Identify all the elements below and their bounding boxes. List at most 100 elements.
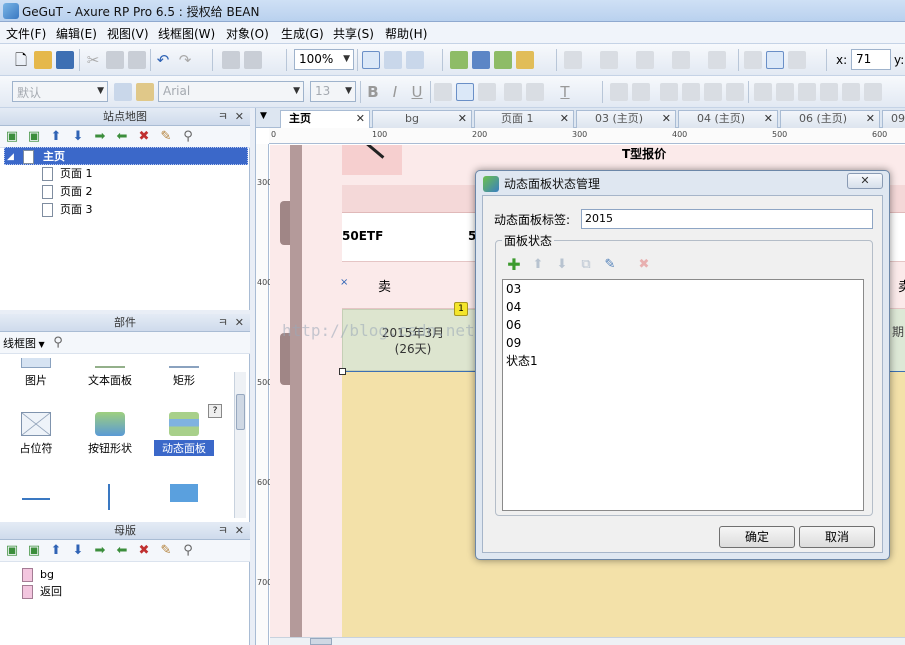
search-icon[interactable]: ⚲: [50, 335, 66, 351]
menu-share[interactable]: 共享(S): [333, 25, 374, 42]
line-width-icon[interactable]: [636, 51, 654, 69]
widget-rectangle[interactable]: 矩形: [154, 358, 214, 388]
search-icon[interactable]: ⚲: [180, 543, 196, 559]
list-item[interactable]: 04: [503, 298, 863, 316]
align-top-icon[interactable]: [744, 51, 762, 69]
move-up-icon[interactable]: ⬆: [48, 543, 64, 559]
master-item-back[interactable]: 返回: [22, 583, 142, 601]
align-middle-icon[interactable]: [766, 51, 784, 69]
bring-front-icon[interactable]: [660, 83, 678, 101]
flow-connector-icon[interactable]: [406, 51, 424, 69]
align-objects-top-icon[interactable]: [820, 83, 838, 101]
master-usage-icon[interactable]: ✎: [158, 543, 174, 559]
align-objects-middle-icon[interactable]: [842, 83, 860, 101]
sitemap-page-3[interactable]: 页面 3: [42, 201, 162, 219]
indent-icon[interactable]: ➡: [92, 543, 108, 559]
widget-button-shape[interactable]: 按钮形状: [80, 412, 140, 456]
distribute-icon[interactable]: [864, 83, 882, 101]
redo-icon[interactable]: ↷: [176, 51, 194, 69]
close-icon[interactable]: ✕: [356, 111, 365, 127]
menu-view[interactable]: 视图(V): [107, 25, 149, 42]
widget-image[interactable]: 图片: [6, 358, 66, 388]
save-icon[interactable]: [56, 51, 74, 69]
style-select[interactable]: 默认 ▼: [12, 81, 108, 102]
group-icon[interactable]: [610, 83, 628, 101]
tab-06-home[interactable]: 06 (主页) ✕: [780, 110, 880, 128]
list-item[interactable]: 06: [503, 316, 863, 334]
zoom-select[interactable]: 100% ▼: [294, 49, 354, 70]
dialog-close-button[interactable]: ✕: [847, 173, 883, 189]
move-down-icon[interactable]: ⬇: [70, 129, 86, 145]
list-item[interactable]: 09: [503, 334, 863, 352]
widgets-scrollbar[interactable]: [234, 372, 246, 518]
text-color-icon[interactable]: T: [556, 83, 574, 101]
move-down-icon[interactable]: ⬇: [70, 543, 86, 559]
pin-icon[interactable]: ㅋ: [218, 522, 228, 540]
vertical-line-icon[interactable]: [108, 484, 110, 510]
delete-state-icon[interactable]: ✖: [636, 257, 652, 273]
indent-icon[interactable]: ➡: [92, 129, 108, 145]
send-back-icon[interactable]: [726, 83, 744, 101]
widget-library-select[interactable]: 线框图 ▼: [3, 335, 45, 351]
close-icon[interactable]: ✕: [458, 111, 467, 127]
duplicate-state-icon[interactable]: ⧉: [578, 257, 594, 273]
font-select[interactable]: Arial ▼: [158, 81, 304, 102]
close-icon[interactable]: ✕: [866, 111, 875, 127]
scrollbar-thumb[interactable]: [236, 394, 245, 430]
add-master-icon[interactable]: ▣: [4, 543, 20, 559]
arrow-style-icon[interactable]: [708, 51, 726, 69]
sitemap-page-home[interactable]: ◢ 主页: [4, 147, 248, 165]
menu-object[interactable]: 对象(O): [226, 25, 269, 42]
tab-03-home[interactable]: 03 (主页) ✕: [576, 110, 676, 128]
italic-icon[interactable]: I: [386, 83, 404, 101]
close-icon[interactable]: ✕: [764, 111, 773, 127]
tab-04-home[interactable]: 04 (主页) ✕: [678, 110, 778, 128]
publish-icon[interactable]: [516, 51, 534, 69]
hotspot-icon[interactable]: [170, 484, 198, 502]
widget-text-panel[interactable]: 文本面板: [80, 358, 140, 388]
menu-edit[interactable]: 编辑(E): [56, 25, 97, 42]
tab-home[interactable]: 主页 ✕: [280, 110, 370, 128]
undo-icon[interactable]: ↶: [154, 51, 172, 69]
paste-icon[interactable]: [128, 51, 146, 69]
style-editor-icon[interactable]: [114, 83, 132, 101]
select-pointer-icon[interactable]: [362, 51, 380, 69]
search-icon[interactable]: ⚲: [180, 129, 196, 145]
close-icon[interactable]: ✕: [235, 108, 244, 126]
font-size-select[interactable]: 13 ▼: [310, 81, 356, 102]
selection-handle[interactable]: [339, 368, 346, 375]
master-item-bg[interactable]: bg: [22, 566, 142, 584]
ungroup-icon[interactable]: [632, 83, 650, 101]
add-child-page-icon[interactable]: ▣: [26, 129, 42, 145]
generate-spec-icon[interactable]: [494, 51, 512, 69]
page-notes-icon[interactable]: ✎: [158, 129, 174, 145]
close-icon[interactable]: ✕: [560, 111, 569, 127]
sitemap-page-2[interactable]: 页面 2: [42, 183, 162, 201]
menu-generate[interactable]: 生成(G): [281, 25, 324, 42]
move-down-icon[interactable]: ⬇: [554, 257, 570, 273]
x-coordinate-input[interactable]: 71: [851, 49, 891, 70]
canvas-horizontal-scrollbar[interactable]: [270, 637, 905, 645]
line-color-icon[interactable]: [600, 51, 618, 69]
bullet-list-icon[interactable]: [504, 83, 522, 101]
horizontal-line-icon[interactable]: [22, 498, 50, 500]
cancel-button[interactable]: 取消: [799, 526, 875, 548]
list-item[interactable]: 03: [503, 280, 863, 298]
paint-brush-icon[interactable]: [136, 83, 154, 101]
copy-icon[interactable]: [106, 51, 124, 69]
pin-icon[interactable]: ㅋ: [218, 314, 228, 332]
widget-placeholder[interactable]: 占位符: [6, 412, 66, 456]
edit-state-icon[interactable]: ✎: [602, 257, 618, 273]
outdent-icon[interactable]: ⬅: [114, 129, 130, 145]
menu-file[interactable]: 文件(F): [6, 25, 46, 42]
send-backward-icon[interactable]: [704, 83, 722, 101]
fill-color-icon[interactable]: [564, 51, 582, 69]
generate-prototype-icon[interactable]: [450, 51, 468, 69]
align-center-icon[interactable]: [456, 83, 474, 101]
align-left-icon[interactable]: [434, 83, 452, 101]
align-objects-left-icon[interactable]: [754, 83, 772, 101]
move-up-icon[interactable]: ⬆: [530, 257, 546, 273]
underline-icon[interactable]: U: [408, 83, 426, 101]
format-painter-icon[interactable]: [222, 51, 240, 69]
delete-page-icon[interactable]: ✖: [136, 129, 152, 145]
